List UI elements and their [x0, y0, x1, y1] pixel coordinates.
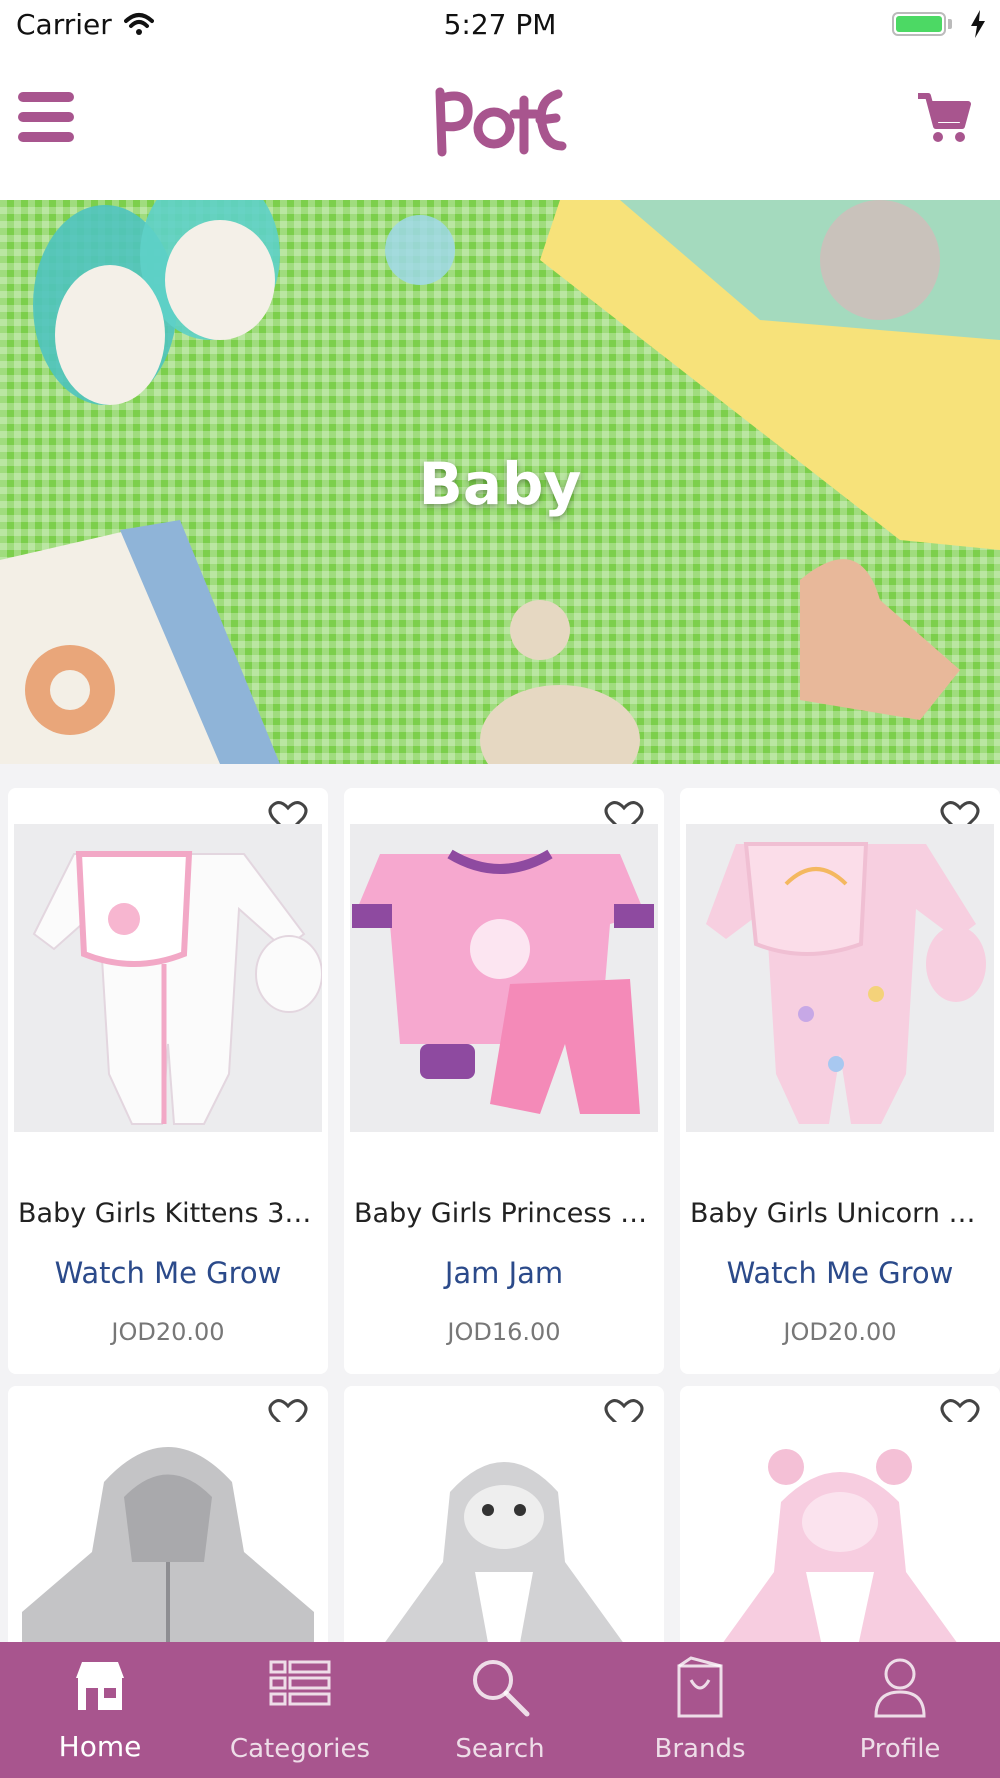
product-image[interactable] [686, 1422, 994, 1642]
unicorn-sleepsuit-image [706, 842, 986, 1124]
product-brand[interactable]: Watch Me Grow [680, 1256, 1000, 1290]
product-image[interactable] [686, 824, 994, 1132]
product-card[interactable] [8, 1386, 328, 1642]
tab-home[interactable]: Home [0, 1642, 200, 1778]
product-card[interactable] [680, 1386, 1000, 1642]
battery-tip [948, 19, 952, 29]
product-name[interactable]: Baby Girls Kittens 3 Piece Set [8, 1198, 328, 1229]
product-price: JOD20.00 [783, 1318, 897, 1346]
product-image[interactable] [14, 1422, 322, 1642]
product-card[interactable] [344, 1386, 664, 1642]
search-icon [473, 1660, 530, 1717]
shopping-bag-icon [677, 1656, 723, 1718]
user-icon [874, 1658, 926, 1718]
grey-jacket-image [22, 1447, 314, 1642]
tab-search[interactable]: Search [400, 1642, 600, 1778]
product-price: JOD20.00 [111, 1318, 225, 1346]
app-header [0, 50, 1000, 200]
tab-label: Profile [859, 1734, 941, 1764]
cart-icon[interactable] [916, 90, 972, 146]
charging-bolt-icon [971, 10, 985, 38]
status-time: 5:27 PM [443, 8, 557, 41]
pink-bear-robe-image [723, 1449, 957, 1642]
status-bar: Carrier 5:27 PM [0, 0, 1000, 50]
tab-profile[interactable]: Profile [800, 1642, 1000, 1778]
product-image[interactable] [350, 1422, 658, 1642]
brand-logo [435, 87, 567, 157]
product-card[interactable]: Baby Girls Unicorn 3 Piece Set Watch Me … [680, 788, 1000, 1374]
product-brand[interactable]: Watch Me Grow [8, 1256, 328, 1290]
home-icon [76, 1662, 124, 1710]
tab-categories[interactable]: Categories [200, 1642, 400, 1778]
kitten-sleepsuit-image [32, 851, 322, 1125]
tab-label: Categories [229, 1734, 371, 1764]
product-card[interactable]: Baby Girls Kittens 3 Piece Set Watch Me … [8, 788, 328, 1374]
product-price: JOD16.00 [447, 1318, 561, 1346]
princess-pyjamas-image [352, 849, 654, 1114]
product-card[interactable]: Baby Girls Princess Pyjamas Jam Jam JOD1… [344, 788, 664, 1374]
menu-button[interactable] [18, 92, 74, 148]
product-grid: Baby Girls Kittens 3 Piece Set Watch Me … [0, 764, 1000, 1642]
product-brand[interactable]: Jam Jam [344, 1256, 664, 1290]
product-name[interactable]: Baby Girls Unicorn 3 Piece Set [680, 1198, 1000, 1229]
tab-label: Home [58, 1730, 142, 1763]
product-image[interactable] [350, 824, 658, 1132]
banner-title: Baby [418, 450, 582, 518]
category-banner: Baby [0, 200, 1000, 764]
giraffe-robe-image [385, 1462, 623, 1642]
tab-label: Brands [654, 1734, 746, 1764]
battery-icon [892, 12, 946, 36]
tab-brands[interactable]: Brands [600, 1642, 800, 1778]
list-icon [269, 1660, 331, 1706]
product-image[interactable] [14, 824, 322, 1132]
tab-label: Search [455, 1734, 545, 1764]
bottom-tab-bar: Home Categories Search Brands Profile [0, 1642, 1000, 1778]
product-name[interactable]: Baby Girls Princess Pyjamas [344, 1198, 664, 1229]
